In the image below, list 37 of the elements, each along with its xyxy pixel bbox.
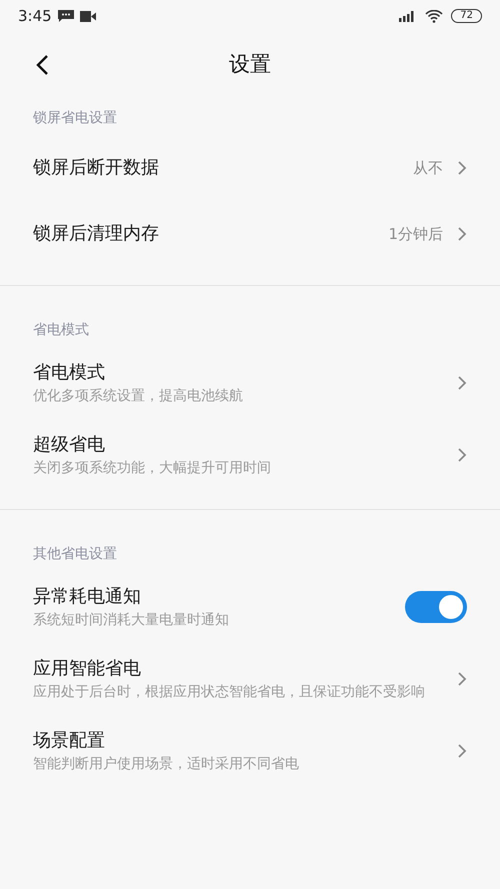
section-header: 其他省电设置 (32, 545, 118, 564)
chevron-right-icon (457, 671, 467, 687)
setting-title: 场景配置 (33, 729, 106, 753)
chevron-right-icon (457, 226, 467, 242)
setting-row[interactable]: 超级省电 关闭多项系统功能，大幅提升可用时间 (0, 419, 500, 491)
setting-description: 优化多项系统设置，提高电池续航 (33, 387, 243, 406)
setting-value: 1分钟后 (388, 224, 443, 245)
setting-row[interactable]: 锁屏后断开数据 从不 (0, 135, 500, 201)
page-title: 设置 (229, 51, 271, 78)
chevron-right-icon (457, 743, 467, 759)
setting-title: 异常耗电通知 (33, 585, 142, 609)
toggle-switch[interactable] (405, 591, 467, 623)
clock: 3:45 (18, 6, 52, 27)
battery-indicator: 72 (451, 9, 482, 23)
setting-row[interactable]: 省电模式 优化多项系统设置，提高电池续航 (0, 347, 500, 419)
setting-description: 系统短时间消耗大量电量时通知 (33, 611, 229, 630)
setting-title: 应用智能省电 (33, 657, 142, 681)
wifi-icon (425, 10, 444, 22)
setting-row[interactable]: 应用智能省电 应用处于后台时，根据应用状态智能省电，且保证功能不受影响 (0, 643, 500, 715)
chevron-right-icon (457, 375, 467, 391)
chevron-right-icon (457, 160, 467, 176)
message-icon (58, 10, 74, 22)
setting-title: 锁屏后清理内存 (33, 222, 159, 246)
setting-title: 省电模式 (33, 361, 106, 385)
setting-row[interactable]: 异常耗电通知 系统短时间消耗大量电量时通知 (0, 571, 500, 643)
setting-description: 智能判断用户使用场景，适时采用不同省电 (33, 755, 299, 774)
section-header: 锁屏省电设置 (32, 109, 118, 128)
section-header: 省电模式 (32, 321, 90, 340)
setting-value: 从不 (413, 158, 443, 179)
chevron-right-icon (457, 447, 467, 463)
setting-description: 关闭多项系统功能，大幅提升可用时间 (33, 459, 271, 478)
setting-title: 锁屏后断开数据 (33, 156, 159, 180)
video-camera-icon (80, 10, 96, 22)
setting-row[interactable]: 场景配置 智能判断用户使用场景，适时采用不同省电 (0, 715, 500, 787)
setting-description: 应用处于后台时，根据应用状态智能省电，且保证功能不受影响 (33, 683, 425, 702)
setting-title: 超级省电 (33, 433, 106, 457)
setting-row[interactable]: 锁屏后清理内存 1分钟后 (0, 201, 500, 267)
